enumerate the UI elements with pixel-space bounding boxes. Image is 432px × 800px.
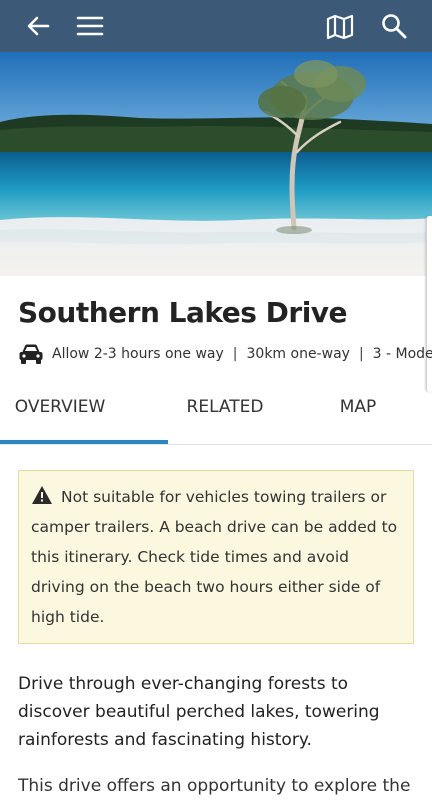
description-body: This drive offers an opportunity to expl…: [18, 776, 411, 796]
meta-separator: |: [358, 346, 364, 362]
tab-map[interactable]: MAP: [322, 380, 394, 440]
page-title: Southern Lakes Drive: [18, 296, 348, 329]
app-bar: [0, 0, 432, 52]
tab-related[interactable]: RELATED: [160, 380, 290, 440]
lake-beach-photo: [0, 52, 432, 276]
car-icon: [19, 344, 43, 364]
hamburger-menu-icon[interactable]: [76, 12, 104, 40]
distance-text: 30km one-way: [246, 346, 350, 362]
warning-text: Not suitable for vehicles towing trailer…: [31, 488, 398, 626]
search-icon[interactable]: [380, 12, 408, 40]
tab-divider: [0, 444, 432, 445]
meta-separator: |: [232, 346, 238, 362]
drive-meta-row: Allow 2-3 hours one way | 30km one-way |…: [18, 340, 432, 368]
arrow-left-icon[interactable]: [24, 12, 52, 40]
duration-text: Allow 2-3 hours one way: [52, 346, 224, 362]
tab-bar: OVERVIEW RELATED MAP: [0, 380, 432, 444]
difficulty-text: 3 - Moderate: [372, 346, 432, 362]
warning-notice: Not suitable for vehicles towing trailer…: [18, 470, 414, 644]
hero-photo: [0, 52, 432, 276]
description-lead: Drive through ever-changing forests to d…: [18, 674, 380, 750]
folded-map-icon[interactable]: [326, 12, 354, 40]
tab-overview[interactable]: OVERVIEW: [0, 380, 120, 440]
warning-triangle-icon: [32, 486, 52, 504]
